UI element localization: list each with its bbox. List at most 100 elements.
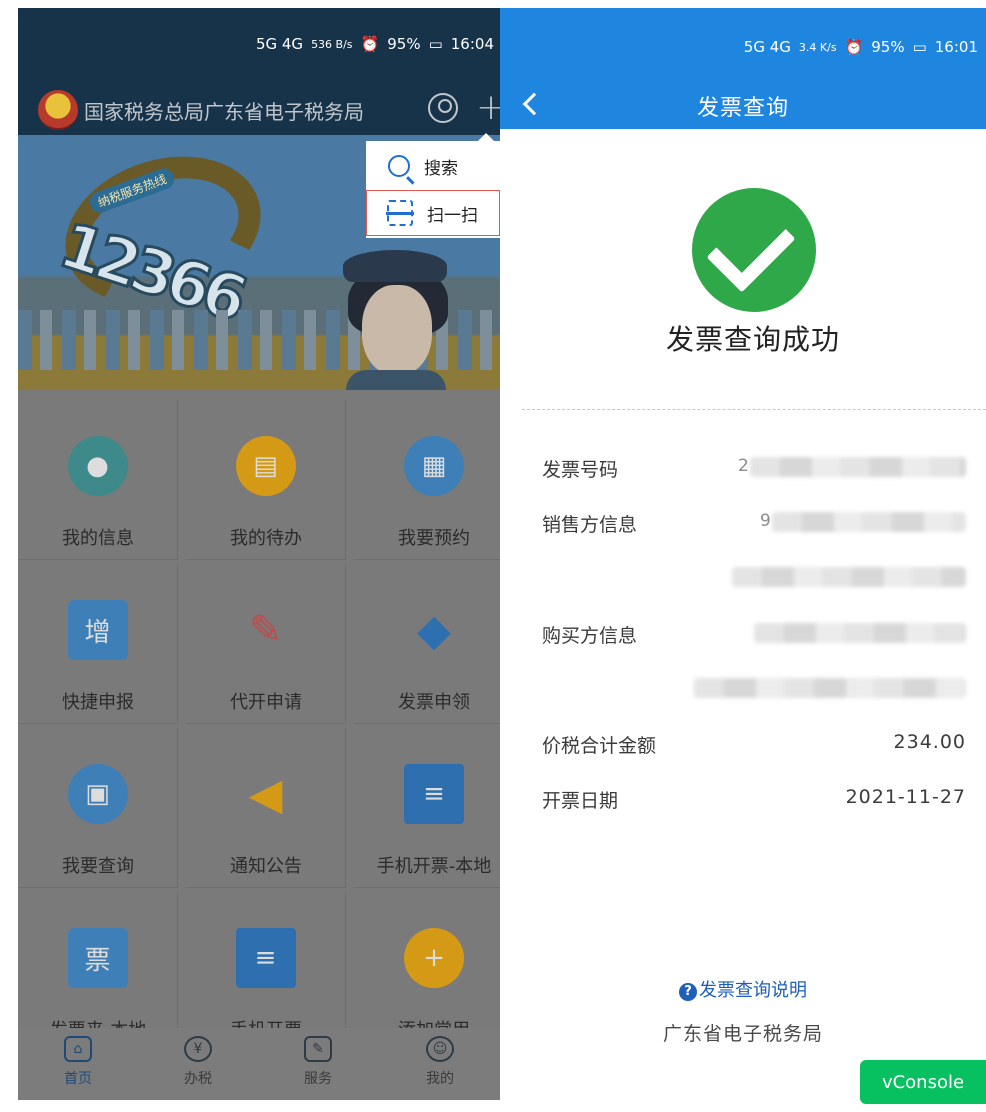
grid-item-invoice-apply[interactable]: ◆ 发票申领: [354, 564, 500, 724]
yuan-icon: ¥: [184, 1036, 212, 1062]
issue-date-value: 2021-11-27: [845, 786, 966, 808]
plus-dropdown-menu: 搜索 扫一扫: [366, 133, 500, 238]
search-icon: [388, 155, 410, 177]
question-icon: ?: [679, 983, 697, 1001]
menu-item-label: 扫一扫: [427, 205, 478, 226]
alarm-icon: ⏰: [360, 35, 380, 53]
battery-level: 95%: [871, 38, 905, 56]
tab-tax[interactable]: ¥ 办税: [138, 1028, 258, 1100]
bottom-tab-bar: ⌂ 首页 ¥ 办税 ✎ 服务 ☺ 我的: [18, 1028, 500, 1100]
help-link-label: 发票查询说明: [699, 980, 807, 1001]
tab-label: 我的: [426, 1071, 454, 1087]
redacted-invoice-number: [750, 457, 966, 477]
invoice-number-partial: 2: [738, 456, 749, 476]
menu-item-search[interactable]: 搜索: [366, 143, 500, 189]
user-icon: ●: [67, 436, 128, 496]
layers-icon: ◆: [417, 604, 451, 656]
declare-icon: 增: [67, 600, 128, 660]
grid-item-label: 通知公告: [230, 856, 302, 877]
grid-item-agent-issue[interactable]: ✎ 代开申请: [186, 564, 346, 724]
invoice-printer-icon: ≡: [235, 928, 296, 988]
scan-icon: [386, 200, 414, 226]
total-amount-value: 234.00: [893, 731, 966, 753]
nav-bar: 发票查询: [500, 78, 986, 129]
grid-item-label: 快捷申报: [62, 692, 134, 713]
battery-level: 95%: [387, 35, 421, 53]
speaker-icon: ◀: [248, 768, 283, 820]
signal-indicator: 5G 4G: [255, 35, 304, 53]
tab-label: 服务: [304, 1071, 332, 1087]
status-bar: 5G 4G 3.4 K/s ⏰ 95% ▭ 16:01: [500, 8, 986, 78]
row-total-amount: 价税合计金额 234.00: [542, 731, 966, 767]
tab-service[interactable]: ✎ 服务: [258, 1028, 378, 1100]
home-icon: ⌂: [64, 1036, 92, 1062]
row-label: 价税合计金额: [542, 735, 657, 757]
service-grid: ● 我的信息 ▤ 我的待办 ▦ 我要预约 增 快捷申报 ✎ 代开申请 ◆ 发票申…: [18, 400, 500, 1052]
ticket-icon: 票: [67, 928, 128, 988]
edit-icon: ✎: [248, 607, 283, 653]
right-phone-screen: 5G 4G 3.4 K/s ⏰ 95% ▭ 16:01 发票查询 发票查询成功 …: [500, 8, 986, 1112]
success-check-icon: [692, 188, 816, 312]
grid-item-label: 我的待办: [230, 528, 302, 549]
service-icon: ✎: [304, 1036, 332, 1062]
tab-label: 办税: [184, 1071, 212, 1087]
left-phone-screen: 5G 4G 536 B/s ⏰ 95% ▭ 16:04 国家税务总局广东省电子税…: [18, 8, 500, 1100]
result-message: 发票查询成功: [665, 323, 840, 356]
redacted-seller-name: [732, 567, 966, 587]
redacted-buyer-name: [694, 678, 966, 698]
invoice-printer-icon: ≡: [404, 764, 464, 824]
grid-item-appointment[interactable]: ▦ 我要预约: [354, 400, 500, 560]
clock: 16:04: [450, 35, 494, 53]
grid-item-label: 我的信息: [62, 528, 134, 549]
tab-label: 首页: [64, 1071, 92, 1087]
signal-indicator: 5G 4G: [743, 38, 791, 56]
battery-icon: ▭: [428, 35, 443, 53]
monitor-search-icon: ▣: [67, 764, 128, 824]
app-title: 国家税务总局广东省电子税务局: [84, 100, 364, 124]
grid-item-notice[interactable]: ◀ 通知公告: [186, 728, 346, 888]
grid-item-label: 发票申领: [398, 692, 470, 713]
row-label: 开票日期: [542, 790, 619, 812]
divider: [522, 409, 986, 410]
tab-mine[interactable]: ☺ 我的: [380, 1028, 500, 1100]
redacted-buyer-id: [754, 623, 966, 643]
mascot-body: [346, 370, 446, 390]
grid-item-label: 手机开票-本地: [376, 856, 492, 877]
page-title: 发票查询: [696, 96, 789, 121]
mascot-cap: [343, 250, 447, 282]
app-header: 国家税务总局广东省电子税务局 +: [18, 84, 500, 135]
alarm-icon: ⏰: [844, 38, 864, 56]
vconsole-button[interactable]: vConsole: [860, 1060, 986, 1104]
tab-home[interactable]: ⌂ 首页: [18, 1028, 138, 1100]
status-bar: 5G 4G 536 B/s ⏰ 95% ▭ 16:04: [18, 8, 500, 84]
footer-org: 广东省电子税务局: [662, 1023, 823, 1045]
redacted-seller-id: [772, 512, 966, 532]
battery-icon: ▭: [912, 38, 927, 56]
clock: 16:01: [934, 38, 978, 56]
grid-item-my-info[interactable]: ● 我的信息: [18, 400, 178, 560]
query-help-link[interactable]: ? 发票查询说明: [500, 976, 986, 1002]
row-label: 发票号码: [542, 459, 619, 481]
user-icon[interactable]: [428, 93, 458, 123]
grid-item-quick-declare[interactable]: 增 快捷申报: [18, 564, 178, 724]
plus-icon[interactable]: +: [476, 88, 500, 128]
row-label: 销售方信息: [542, 514, 638, 536]
grid-item-query[interactable]: ▣ 我要查询: [18, 728, 178, 888]
menu-item-scan[interactable]: 扫一扫: [366, 190, 500, 236]
grid-item-mobile-invoice-local[interactable]: ≡ 手机开票-本地: [354, 728, 500, 888]
grid-item-todo[interactable]: ▤ 我的待办: [186, 400, 346, 560]
grid-item-label: 我要查询: [62, 856, 134, 877]
row-label: 购买方信息: [542, 625, 638, 647]
calendar-icon: ▦: [404, 436, 464, 496]
emblem-logo: [38, 90, 78, 130]
menu-item-label: 搜索: [424, 158, 458, 179]
network-speed: 3.4 K/s: [798, 40, 837, 54]
grid-item-label: 代开申请: [230, 692, 302, 713]
mascot-head: [362, 285, 432, 375]
grid-item-label: 我要预约: [398, 528, 470, 549]
todo-icon: ▤: [235, 436, 296, 496]
network-speed: 536 B/s: [311, 37, 353, 51]
row-issue-date: 开票日期 2021-11-27: [542, 786, 966, 822]
seller-info-partial: 9: [760, 511, 771, 531]
person-icon: ☺: [426, 1036, 454, 1062]
